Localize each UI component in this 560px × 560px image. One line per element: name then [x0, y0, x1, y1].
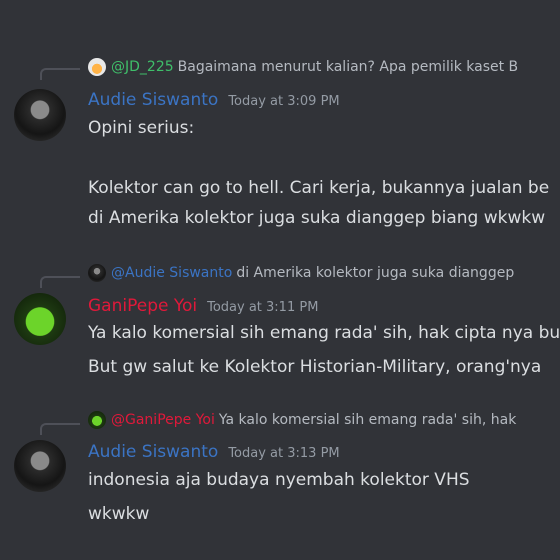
reply-connector — [40, 276, 80, 288]
dark-portrait-avatar — [88, 264, 106, 282]
username[interactable]: GaniPepe Yoi — [88, 296, 197, 316]
green-pepe-avatar[interactable] — [14, 293, 66, 345]
message-line: di Amerika kolektor juga suka dianggep b… — [88, 208, 546, 228]
reply-connector — [40, 68, 80, 80]
reply-author[interactable]: @JD_225 — [111, 59, 174, 75]
reply-text[interactable]: Ya kalo komersial sih emang rada' sih, h… — [219, 412, 516, 428]
message-line: wkwkw — [88, 504, 150, 524]
green-pepe-avatar — [88, 411, 106, 429]
username[interactable]: Audie Siswanto — [88, 90, 218, 110]
reply-text[interactable]: di Amerika kolektor juga suka dianggep — [236, 265, 514, 281]
reply-connector — [40, 423, 80, 435]
reply-author[interactable]: @Audie Siswanto — [111, 265, 232, 281]
dark-portrait-avatar[interactable] — [14, 89, 66, 141]
reply-text[interactable]: Bagaimana menurut kalian? Apa pemilik ka… — [178, 59, 519, 75]
message-line: Ya kalo komersial sih emang rada' sih, h… — [88, 323, 560, 343]
message-line: Opini serius: — [88, 118, 195, 138]
message-header: Audie Siswanto Today at 3:09 PM — [88, 90, 340, 110]
dark-portrait-avatar[interactable] — [14, 440, 66, 492]
reply-preview[interactable]: @JD_225 Bagaimana menurut kalian? Apa pe… — [88, 58, 518, 76]
reply-preview[interactable]: @GaniPepe Yoi Ya kalo komersial sih eman… — [88, 411, 516, 429]
reply-preview[interactable]: @Audie Siswanto di Amerika kolektor juga… — [88, 264, 514, 282]
message-line: indonesia aja budaya nyembah kolektor VH… — [88, 470, 470, 490]
timestamp[interactable]: Today at 3:13 PM — [228, 446, 339, 461]
message-header: GaniPepe Yoi Today at 3:11 PM — [88, 296, 318, 316]
timestamp[interactable]: Today at 3:09 PM — [228, 94, 339, 109]
fire-avatar-icon — [88, 58, 106, 76]
timestamp[interactable]: Today at 3:11 PM — [207, 300, 318, 315]
username[interactable]: Audie Siswanto — [88, 442, 218, 462]
message-header: Audie Siswanto Today at 3:13 PM — [88, 442, 340, 462]
message-line: Kolektor can go to hell. Cari kerja, buk… — [88, 178, 550, 198]
message-line: But gw salut ke Kolektor Historian-Milit… — [88, 357, 542, 377]
reply-author[interactable]: @GaniPepe Yoi — [111, 412, 215, 428]
